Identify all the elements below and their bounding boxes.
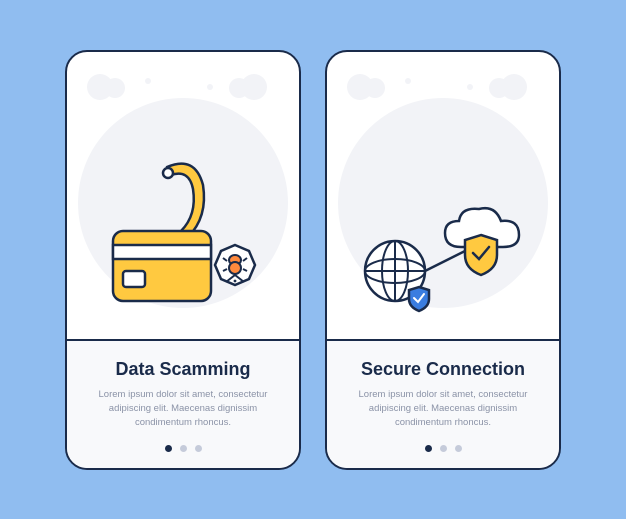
phishing-card-illustration-icon xyxy=(93,159,273,329)
card-description: Lorem ipsum dolor sit amet, consectetur … xyxy=(347,388,539,431)
dot-decor xyxy=(207,84,213,90)
text-panel: Data Scamming Lorem ipsum dolor sit amet… xyxy=(67,339,299,468)
cloud-decor-icon xyxy=(229,74,279,98)
pagination-dot[interactable] xyxy=(440,445,447,452)
illustration-area xyxy=(67,52,299,339)
text-panel: Secure Connection Lorem ipsum dolor sit … xyxy=(327,339,559,468)
pagination-dot[interactable] xyxy=(165,445,172,452)
pagination-dot[interactable] xyxy=(425,445,432,452)
pagination-dot[interactable] xyxy=(455,445,462,452)
pagination-dots[interactable] xyxy=(347,445,539,452)
pagination-dot[interactable] xyxy=(180,445,187,452)
pagination-dot[interactable] xyxy=(195,445,202,452)
dot-decor xyxy=(467,84,473,90)
secure-connection-illustration-icon xyxy=(343,159,543,329)
pagination-dots[interactable] xyxy=(87,445,279,452)
card-description: Lorem ipsum dolor sit amet, consectetur … xyxy=(87,388,279,431)
onboarding-card: Data Scamming Lorem ipsum dolor sit amet… xyxy=(65,50,301,470)
dot-decor xyxy=(145,78,151,84)
cloud-decor-icon xyxy=(347,74,397,98)
cloud-decor-icon xyxy=(87,74,137,98)
card-title: Secure Connection xyxy=(347,359,539,380)
card-title: Data Scamming xyxy=(87,359,279,380)
onboarding-card: Secure Connection Lorem ipsum dolor sit … xyxy=(325,50,561,470)
dot-decor xyxy=(405,78,411,84)
cloud-decor-icon xyxy=(489,74,539,98)
illustration-area xyxy=(327,52,559,339)
